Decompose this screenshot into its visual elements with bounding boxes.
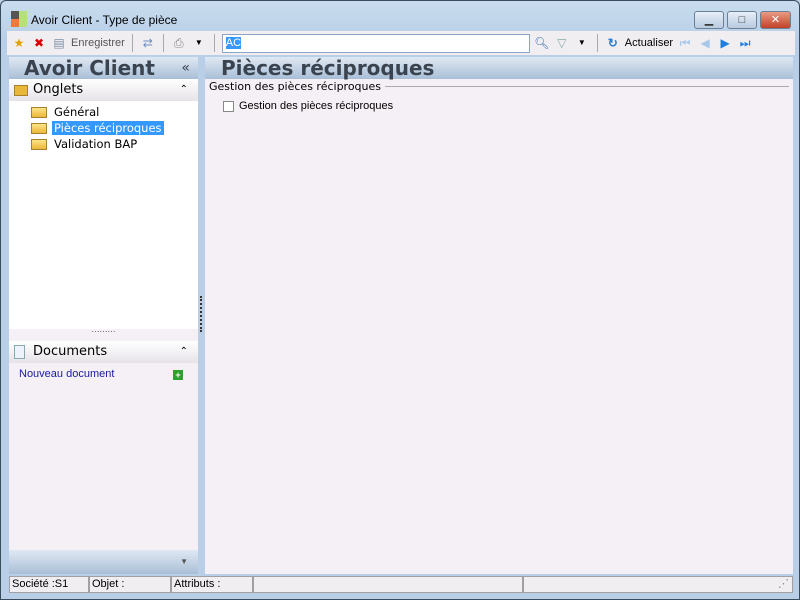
documents-label: Documents xyxy=(33,344,108,359)
save-icon[interactable]: ▤ xyxy=(51,35,67,51)
last-icon[interactable]: ⏭ xyxy=(737,35,753,51)
resize-grip-icon[interactable]: ⋰ xyxy=(523,576,793,593)
window-title: Avoir Client - Type de pièce xyxy=(31,13,178,27)
onglets-label: Onglets xyxy=(33,82,84,97)
status-objet: Objet : xyxy=(89,576,171,593)
chevron-down-icon[interactable]: ▼ xyxy=(191,35,207,51)
status-bar: Société :S1 Objet : Attributs : ⋰ xyxy=(9,576,793,593)
sidebar-header: Avoir Client « xyxy=(9,57,198,79)
tree-item-pieces-reciproques[interactable]: Pièces réciproques xyxy=(9,120,198,136)
onglets-section-header[interactable]: Onglets ⌃ xyxy=(9,79,198,101)
app-window: Avoir Client - Type de pièce ▁ □ ✕ ★ ✖ ▤… xyxy=(0,0,800,600)
folder-icon xyxy=(31,139,47,150)
main-panel: Pièces réciproques Gestion des pièces ré… xyxy=(205,57,793,574)
splitter-handle[interactable]: ········· xyxy=(9,328,198,341)
sidebar-footer-dropdown[interactable]: ▼ xyxy=(9,550,198,574)
search-input[interactable]: AC xyxy=(221,33,530,53)
sidebar-resize-handle[interactable] xyxy=(200,296,202,332)
group-label: Gestion des pièces réciproques xyxy=(209,80,382,93)
next-icon[interactable]: ▶ xyxy=(717,35,733,51)
refresh-button[interactable]: Actualiser xyxy=(625,37,673,49)
chevron-up-icon[interactable]: ⌃ xyxy=(180,341,188,363)
tree-item-validation-bap[interactable]: Validation BAP xyxy=(9,136,198,152)
sync-icon[interactable]: ⇄ xyxy=(140,35,156,51)
separator xyxy=(213,34,215,52)
minimize-button[interactable]: ▁ xyxy=(694,11,724,29)
group-box: Gestion des pièces réciproques xyxy=(205,79,793,94)
tree-item-label: Général xyxy=(54,105,100,119)
tree-item-general[interactable]: Général xyxy=(9,104,198,120)
documents-section-header[interactable]: Documents ⌃ xyxy=(9,341,198,363)
document-icon xyxy=(14,345,25,359)
app-icon xyxy=(11,11,27,27)
status-attributs: Attributs : xyxy=(171,576,253,593)
previous-icon[interactable]: ◀ xyxy=(697,35,713,51)
delete-icon[interactable]: ✖ xyxy=(31,35,47,51)
folder-icon xyxy=(31,107,47,118)
checkbox-box[interactable] xyxy=(223,100,234,112)
toolbar: ★ ✖ ▤ Enregistrer ⇄ ⎙ ▼ AC 🔍︎ ▽ ▼ ↻ Actu… xyxy=(7,31,795,55)
tree-item-label: Validation BAP xyxy=(54,137,138,151)
new-document-link[interactable]: Nouveau document xyxy=(19,368,114,380)
pieces-reciproques-checkbox[interactable]: Gestion des pièces réciproques xyxy=(223,100,793,112)
folder-icon xyxy=(14,85,28,96)
chevron-down-icon[interactable]: ▼ xyxy=(574,35,590,51)
status-societe: Société :S1 xyxy=(9,576,89,593)
separator xyxy=(131,34,133,52)
group-line xyxy=(385,86,789,87)
first-icon[interactable]: ⏮ xyxy=(677,35,693,51)
close-button[interactable]: ✕ xyxy=(760,11,791,29)
refresh-icon[interactable]: ↻ xyxy=(605,35,621,51)
status-field xyxy=(253,576,523,593)
save-button[interactable]: Enregistrer xyxy=(71,37,125,49)
page-title: Pièces réciproques xyxy=(205,57,793,79)
new-icon[interactable]: ★ xyxy=(11,35,27,51)
search-value: AC xyxy=(225,36,242,49)
checkbox-label: Gestion des pièces réciproques xyxy=(239,100,394,112)
tabs-tree: Général Pièces réciproques Validation BA… xyxy=(9,101,198,329)
restore-button[interactable]: □ xyxy=(727,11,757,29)
filter-icon[interactable]: ▽ xyxy=(554,35,570,51)
sidebar: Avoir Client « Onglets ⌃ Général Pièces ré… xyxy=(9,57,198,574)
sidebar-title: Avoir Client xyxy=(24,56,155,80)
collapse-sidebar-button[interactable]: « xyxy=(181,57,190,79)
folder-open-icon xyxy=(31,123,47,134)
search-icon[interactable]: 🔍︎ xyxy=(534,35,550,51)
separator xyxy=(162,34,164,52)
chevron-up-icon[interactable]: ⌃ xyxy=(180,79,188,101)
tree-item-label: Pièces réciproques xyxy=(52,121,164,135)
add-document-icon[interactable]: + xyxy=(173,370,183,380)
print-icon[interactable]: ⎙ xyxy=(171,35,187,51)
separator xyxy=(596,34,598,52)
